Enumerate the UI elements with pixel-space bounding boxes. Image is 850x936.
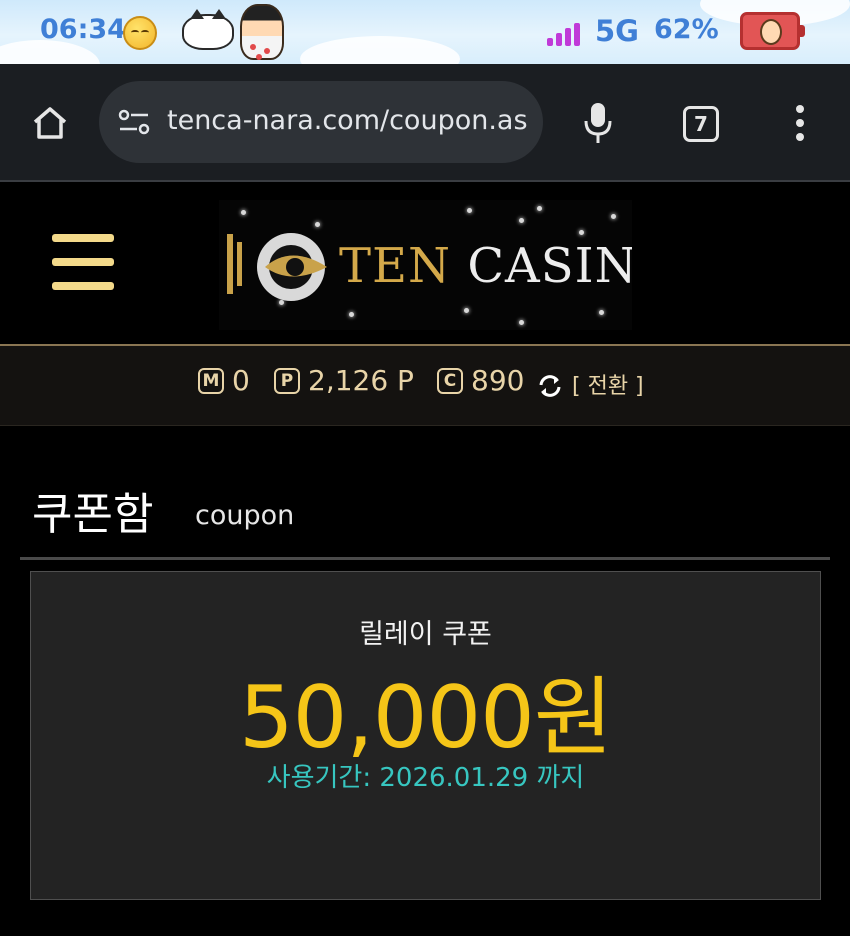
microphone-icon[interactable]	[580, 100, 616, 146]
point-badge: P	[274, 367, 300, 394]
coupon-expiry: 사용기간: 2026.01.29 까지	[266, 763, 585, 793]
money-value: 0	[232, 364, 250, 397]
coin-badge: C	[437, 367, 463, 394]
page-subtitle: coupon	[195, 500, 295, 531]
logo-emblem-icon	[227, 233, 327, 301]
money-balance: M 0	[198, 364, 250, 397]
cat-sticker-icon	[182, 9, 234, 50]
status-time: 06:34	[40, 14, 126, 45]
url-text: tenca-nara.com/coupon.as	[167, 105, 528, 136]
coin-balance: C 890	[437, 364, 524, 397]
point-value: 2,126 P	[308, 364, 414, 397]
tab-count: 7	[683, 106, 719, 142]
balance-bar: M 0 P 2,126 P C 890 [ 전환 ]	[0, 346, 850, 426]
refresh-icon[interactable]	[536, 372, 564, 400]
coupon-card[interactable]: 릴레이 쿠폰 50,000원 사용기간: 2026.01.29 까지	[30, 571, 821, 900]
page-title: 쿠폰함	[32, 489, 154, 540]
battery-percent: 62%	[654, 14, 719, 45]
site-settings-icon[interactable]	[117, 107, 151, 137]
smiley-sticker-icon	[123, 16, 157, 50]
logo-word-casino: CASINO	[467, 238, 632, 294]
cartoon-kid-sticker-icon	[240, 4, 284, 60]
convert-button[interactable]: [ 전환 ]	[572, 368, 644, 400]
site-logo[interactable]: TEN CASINO	[219, 200, 632, 330]
logo-wordmark: TEN CASINO	[339, 238, 632, 294]
coupon-amount: 50,000원	[238, 668, 613, 768]
status-bar: 06:34 5G 62%	[0, 0, 850, 64]
title-divider	[20, 557, 830, 560]
signal-strength-icon	[547, 22, 587, 46]
logo-word-ten: TEN	[339, 238, 452, 294]
address-bar[interactable]: tenca-nara.com/coupon.as	[99, 81, 543, 163]
point-balance: P 2,126 P	[274, 364, 414, 397]
tabs-button[interactable]: 7	[681, 104, 721, 144]
battery-icon	[740, 12, 805, 50]
browser-toolbar: tenca-nara.com/coupon.as 7	[0, 64, 850, 180]
network-type: 5G	[595, 14, 639, 48]
site-header: TEN CASINO	[0, 182, 850, 344]
more-options-icon[interactable]	[786, 102, 814, 144]
coupon-name: 릴레이 쿠폰	[359, 619, 492, 650]
home-icon[interactable]	[28, 102, 72, 144]
coin-value: 890	[471, 364, 525, 397]
money-badge: M	[198, 367, 224, 394]
cloud-decoration	[300, 36, 460, 64]
menu-icon[interactable]	[52, 234, 114, 290]
